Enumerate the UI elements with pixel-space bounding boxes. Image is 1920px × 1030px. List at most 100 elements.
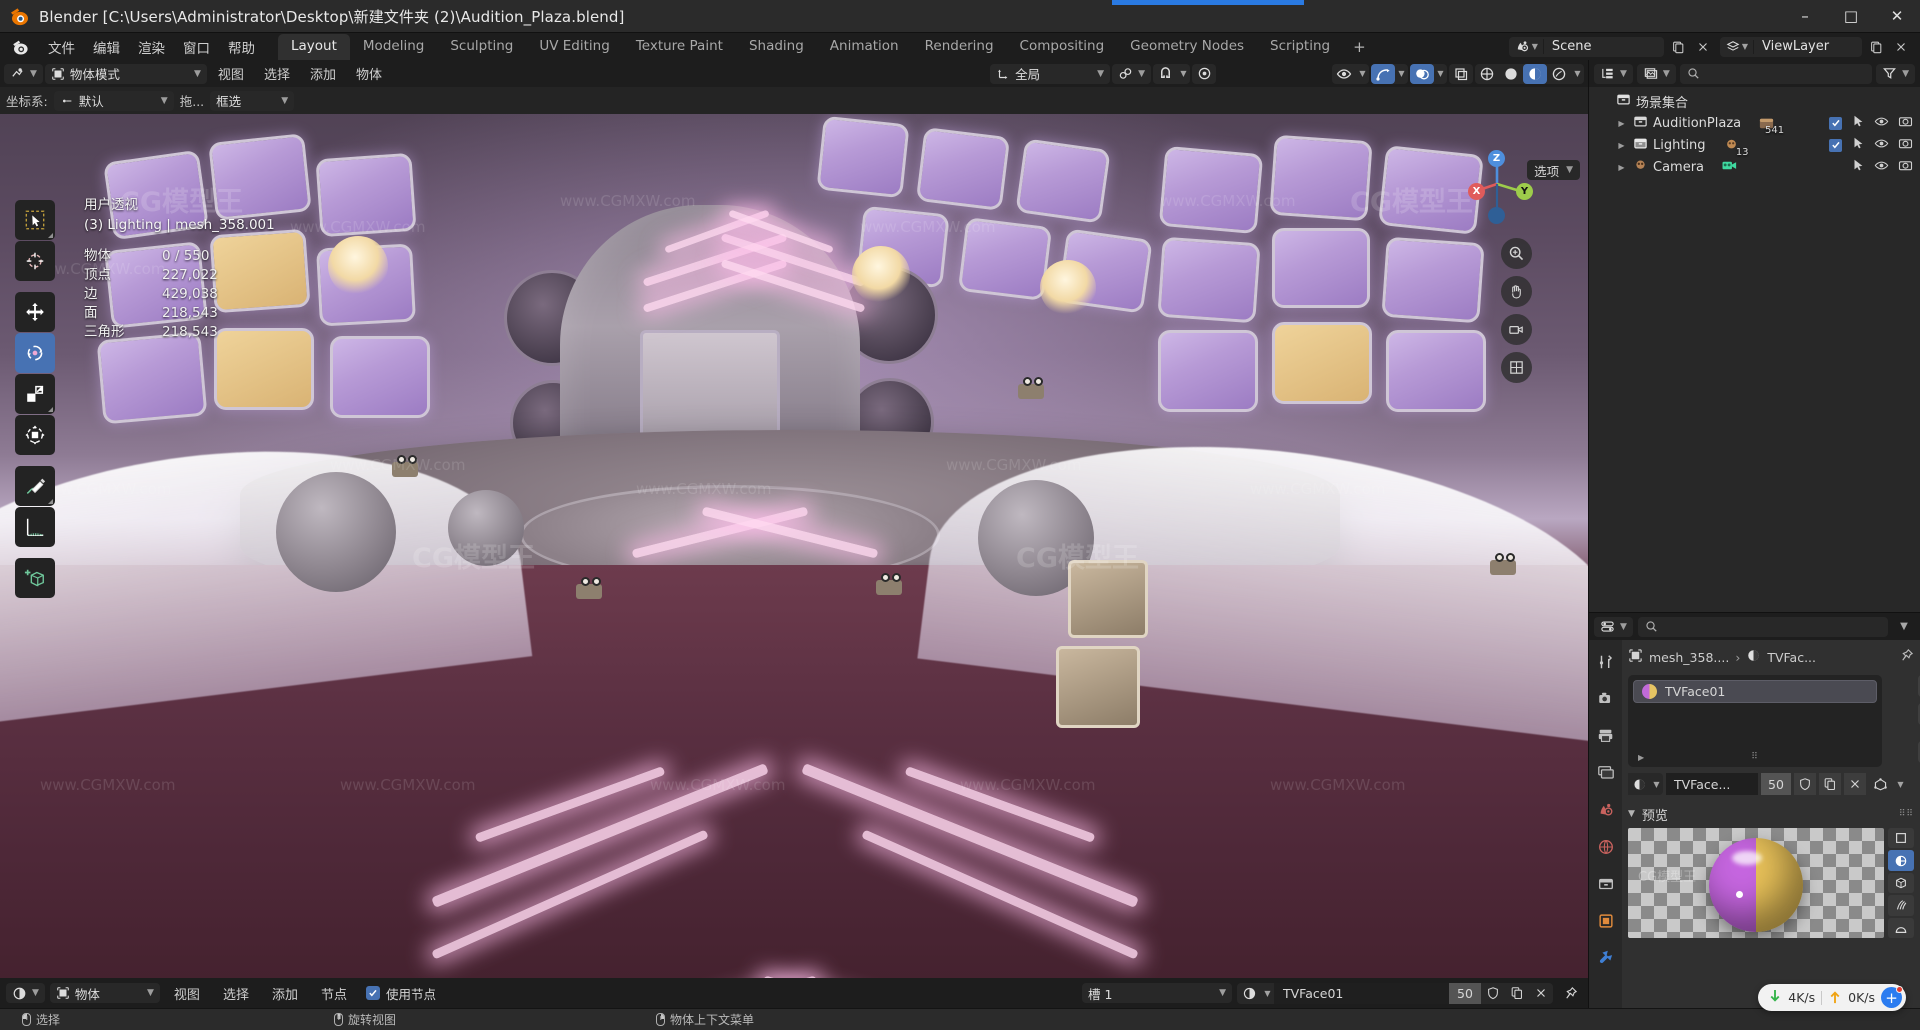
menu-edit[interactable]: 编辑: [84, 34, 129, 60]
transform-orientation-selector[interactable]: 全局 ▼: [990, 63, 1111, 84]
material-browse-icon[interactable]: [1237, 983, 1261, 1003]
material-type-chevron-icon[interactable]: ▼: [1894, 774, 1907, 794]
network-speed-widget[interactable]: 4K/s 0K/s +: [1758, 984, 1906, 1011]
preview-render-canvas[interactable]: CG模型王: [1628, 828, 1884, 938]
duplicate-material-icon[interactable]: [1819, 773, 1841, 795]
tool-scale[interactable]: [15, 374, 55, 414]
view-layer-name-field[interactable]: ViewLayer: [1754, 39, 1862, 54]
outliner-editor-type-selector[interactable]: ▼: [1594, 63, 1633, 84]
maximize-button[interactable]: □: [1828, 0, 1874, 33]
material-slot-item[interactable]: TVFace01: [1633, 680, 1877, 703]
use-nodes-toggle[interactable]: 使用节点: [365, 984, 436, 1003]
pan-hand-icon[interactable]: [1501, 276, 1532, 307]
scene-selector[interactable]: ▼ Scene: [1508, 36, 1664, 57]
scene-name-field[interactable]: Scene: [1544, 39, 1664, 54]
shader-menu-add[interactable]: 添加: [263, 982, 307, 1005]
tab-sculpting[interactable]: Sculpting: [437, 34, 526, 60]
menu-help[interactable]: 帮助: [219, 34, 264, 60]
material-type-icon[interactable]: [1869, 773, 1891, 795]
material-preview-shading-icon[interactable]: [1523, 63, 1547, 84]
tool-move[interactable]: [15, 292, 55, 332]
shader-material-users-count[interactable]: 50: [1449, 982, 1481, 1004]
material-browse-chevron-icon[interactable]: ▼: [1261, 983, 1274, 1003]
tab-modeling[interactable]: Modeling: [350, 34, 437, 60]
menu-file[interactable]: 文件: [39, 34, 84, 60]
visibility-chevron-icon[interactable]: ▼: [1356, 64, 1369, 84]
eye-icon[interactable]: [1874, 136, 1889, 155]
drag-action-selector[interactable]: 框选 ▼: [210, 90, 295, 111]
tab-compositing[interactable]: Compositing: [1007, 34, 1118, 60]
shader-menu-view[interactable]: 视图: [165, 982, 209, 1005]
outliner-tree[interactable]: 场景集合 ▶ AuditionPlaza 541 ▶ Lighting 13 ▶…: [1589, 87, 1920, 612]
eye-icon[interactable]: [1874, 158, 1889, 177]
gizmo-axis-z[interactable]: Z: [1488, 150, 1505, 167]
outliner-filter-selector[interactable]: ▼: [1876, 63, 1915, 84]
tool-measure[interactable]: [15, 507, 55, 547]
tool-annotate[interactable]: [15, 466, 55, 506]
solid-shading-icon[interactable]: [1499, 64, 1523, 84]
editor-type-selector[interactable]: ▼: [4, 63, 43, 84]
shader-menu-node[interactable]: 节点: [312, 982, 356, 1005]
resize-grip-icon[interactable]: ⠿: [1751, 752, 1759, 762]
expand-triangle-icon[interactable]: ▶: [1615, 163, 1628, 172]
shader-material-name-field[interactable]: TVFace01: [1274, 982, 1449, 1004]
pin-id-icon[interactable]: [1558, 983, 1582, 1003]
interaction-mode-selector[interactable]: 物体模式 ▼: [44, 63, 207, 84]
viewport-menu-object[interactable]: 物体: [347, 62, 391, 85]
zoom-icon[interactable]: [1501, 238, 1532, 269]
use-nodes-checkbox[interactable]: [365, 986, 380, 1000]
viewport-menu-add[interactable]: 添加: [301, 62, 345, 85]
outliner-search-input[interactable]: [1679, 63, 1873, 84]
tab-texture-paint[interactable]: Texture Paint: [623, 34, 736, 60]
rendered-shading-icon[interactable]: [1547, 64, 1571, 84]
tab-shading[interactable]: Shading: [736, 34, 817, 60]
checkbox-icon[interactable]: [1829, 138, 1842, 152]
remove-view-layer-icon[interactable]: [1890, 37, 1912, 57]
expand-triangle-icon[interactable]: ▶: [1615, 141, 1628, 150]
breadcrumb-mesh-name[interactable]: mesh_358....: [1649, 650, 1729, 665]
properties-search-input[interactable]: [1637, 616, 1888, 637]
tab-uv-editing[interactable]: UV Editing: [526, 34, 622, 60]
gizmo-axis-y[interactable]: Y: [1516, 183, 1533, 200]
render-properties-tab[interactable]: [1593, 686, 1618, 711]
material-name-field[interactable]: TVFace...: [1666, 773, 1758, 795]
shader-editor-type-selector[interactable]: ▼: [6, 983, 45, 1003]
tab-geometry-nodes[interactable]: Geometry Nodes: [1117, 34, 1257, 60]
gizmo-chevron-icon[interactable]: ▼: [1395, 64, 1408, 84]
selectable-cursor-icon[interactable]: [1851, 158, 1865, 176]
tool-transform[interactable]: [15, 415, 55, 455]
collection-properties-tab[interactable]: [1593, 871, 1618, 896]
xray-icon[interactable]: [1449, 64, 1473, 84]
overlays-chevron-icon[interactable]: ▼: [1434, 64, 1447, 84]
object-properties-tab[interactable]: [1593, 908, 1618, 933]
outliner-display-mode-selector[interactable]: ▼: [1636, 63, 1676, 84]
checkbox-icon[interactable]: [1829, 116, 1842, 130]
material-slot-selector[interactable]: 槽 1 ▼: [1082, 983, 1232, 1003]
wireframe-shading-icon[interactable]: [1475, 64, 1499, 84]
tool-properties-tab[interactable]: [1593, 649, 1618, 674]
tab-layout[interactable]: Layout: [278, 34, 350, 60]
shader-type-selector[interactable]: 物体 ▼: [49, 983, 160, 1003]
menu-window[interactable]: 窗口: [174, 34, 219, 60]
add-button[interactable]: +: [1881, 986, 1903, 1008]
material-slot-list[interactable]: TVFace01 ▶ ⠿: [1628, 675, 1882, 767]
viewport-menu-view[interactable]: 视图: [209, 62, 253, 85]
tool-rotate[interactable]: [15, 333, 55, 373]
material-browse-icon[interactable]: [1628, 773, 1650, 795]
unlink-material-icon[interactable]: [1529, 983, 1553, 1003]
add-workspace-button[interactable]: +: [1343, 34, 1376, 60]
outliner-row-lighting[interactable]: ▶ Lighting 13: [1589, 134, 1920, 158]
shader-menu-select[interactable]: 选择: [214, 982, 258, 1005]
selectable-cursor-icon[interactable]: [1851, 136, 1865, 154]
expand-triangle-icon[interactable]: ▶: [1615, 119, 1628, 128]
breadcrumb-material-name[interactable]: TVFac...: [1767, 650, 1816, 665]
overlays-icon[interactable]: [1410, 63, 1434, 84]
unlink-scene-icon[interactable]: [1692, 37, 1714, 57]
camera-view-icon[interactable]: [1501, 314, 1532, 345]
viewport-menu-select[interactable]: 选择: [255, 62, 299, 85]
camera-icon[interactable]: [1898, 114, 1913, 133]
tab-animation[interactable]: Animation: [817, 34, 912, 60]
scene-properties-tab[interactable]: [1593, 797, 1618, 822]
tool-cursor[interactable]: [15, 241, 55, 281]
world-properties-tab[interactable]: [1593, 834, 1618, 859]
